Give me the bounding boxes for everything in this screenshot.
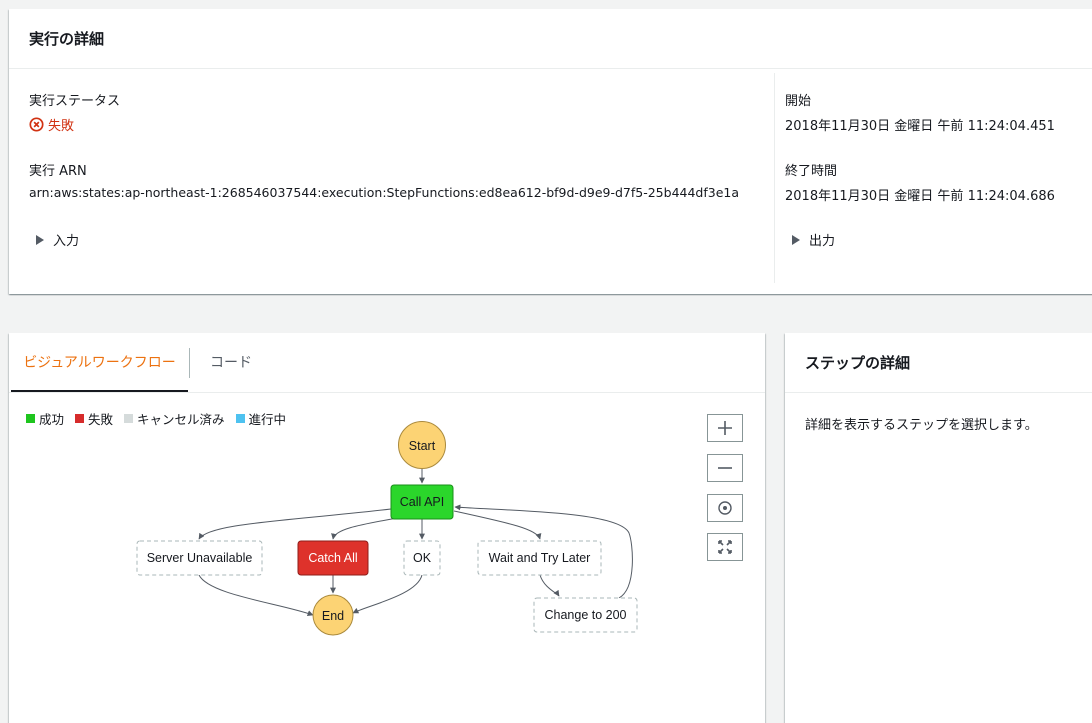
fit-to-screen-button[interactable] — [707, 533, 743, 561]
node-wait-and-try-later[interactable]: Wait and Try Later — [477, 540, 602, 576]
column-divider — [774, 73, 775, 283]
minus-icon — [718, 467, 732, 469]
edge-callapi-wait — [453, 510, 542, 540]
execution-details-header: 実行の詳細 — [9, 9, 1092, 69]
output-expander-label: 出力 — [809, 234, 836, 249]
end-time-label: 終了時間 — [785, 164, 838, 179]
node-change-to-200[interactable]: Change to 200 — [533, 597, 638, 633]
status-value: 失敗 — [48, 119, 75, 134]
node-end[interactable]: End — [312, 594, 354, 636]
edge-wait-change200 — [539, 574, 560, 597]
caret-right-icon — [36, 234, 44, 245]
workflow-graph: Start Call API Server Unavailable Catch … — [136, 421, 638, 636]
node-ok-label: OK — [413, 551, 432, 565]
arn-label: 実行 ARN — [29, 164, 87, 179]
status-label: 実行ステータス — [29, 94, 121, 109]
input-expander-label: 入力 — [53, 234, 80, 249]
edge-callapi-catch-all — [331, 517, 398, 540]
status-badge: 失敗 — [29, 115, 74, 134]
plus-icon — [718, 421, 732, 435]
execution-details-title: 実行の詳細 — [29, 30, 105, 48]
step-details-message: 詳細を表示するステップを選択します。 — [805, 418, 1038, 433]
end-time-value: 2018年11月30日 金曜日 午前 11:24:04.686 — [785, 189, 1055, 204]
start-label: 開始 — [785, 94, 812, 109]
start-value: 2018年11月30日 金曜日 午前 11:24:04.451 — [785, 119, 1055, 134]
step-details-header: ステップの詳細 — [785, 333, 1092, 393]
node-server-unavailable[interactable]: Server Unavailable — [136, 540, 263, 576]
node-ok[interactable]: OK — [403, 540, 441, 576]
center-button[interactable] — [707, 494, 743, 522]
node-end-label: End — [322, 609, 344, 623]
node-call-api[interactable]: Call API — [390, 484, 454, 520]
step-details-title: ステップの詳細 — [805, 354, 911, 372]
zoom-out-button[interactable] — [707, 454, 743, 482]
step-details-panel: ステップの詳細 詳細を表示するステップを選択します。 — [785, 333, 1092, 723]
workflow-panel: ビジュアルワークフロー コード 成功 失敗 キャンセル済み 進行中 Start … — [9, 333, 765, 723]
edge-callapi-server-unavailable — [198, 508, 392, 540]
node-call-api-label: Call API — [400, 495, 444, 509]
arn-value: arn:aws:states:ap-northeast-1:2685460375… — [29, 185, 740, 200]
output-expander[interactable]: 出力 — [792, 230, 835, 249]
input-expander[interactable]: 入力 — [36, 230, 79, 249]
node-start[interactable]: Start — [398, 421, 446, 469]
execution-details-panel: 実行の詳細 実行ステータス 失敗 実行 ARN arn:aws:states:a… — [9, 9, 1092, 294]
center-icon — [718, 501, 732, 515]
edge-ok-end — [352, 574, 423, 614]
caret-right-icon — [792, 234, 800, 245]
node-catch-all-label: Catch All — [308, 551, 357, 565]
edge-server-unavailable-end — [198, 574, 314, 617]
zoom-in-button[interactable] — [707, 414, 743, 442]
node-catch-all[interactable]: Catch All — [297, 540, 369, 576]
error-circle-icon — [29, 117, 44, 132]
node-server-unavailable-label: Server Unavailable — [147, 551, 253, 565]
node-start-label: Start — [409, 439, 436, 453]
node-change-to-200-label: Change to 200 — [544, 608, 626, 622]
fit-icon — [718, 540, 732, 554]
node-wait-and-try-later-label: Wait and Try Later — [489, 551, 591, 565]
